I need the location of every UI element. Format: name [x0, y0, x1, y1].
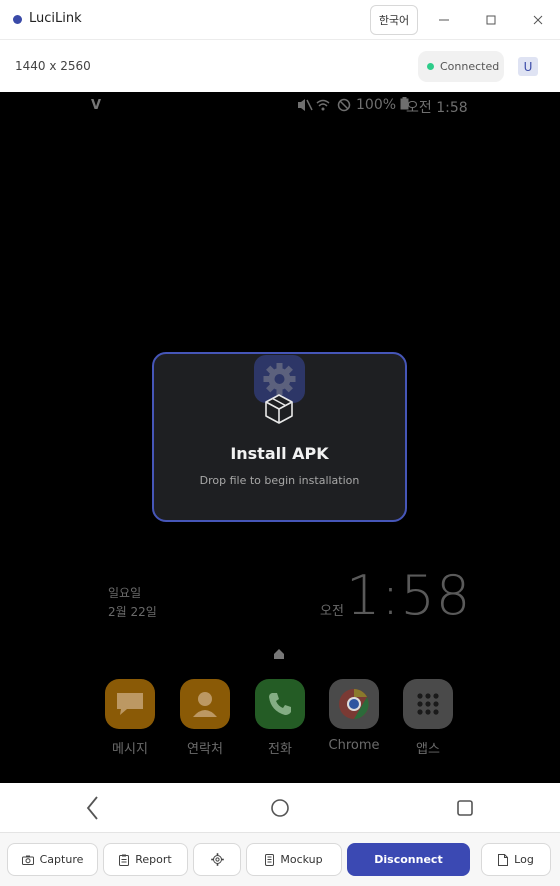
disconnect-button[interactable]: Disconnect: [347, 843, 470, 876]
log-button[interactable]: Log: [481, 843, 551, 876]
capture-button[interactable]: Capture: [7, 843, 98, 876]
battery-percent: 100%: [356, 97, 397, 113]
settings-button[interactable]: [193, 843, 241, 876]
install-apk-title: Install APK: [230, 444, 329, 463]
clock-date: 2월 22일: [108, 605, 157, 619]
status-indicator-dot: [427, 63, 434, 70]
status-bar-icons: [297, 97, 353, 117]
android-nav-bar: [0, 783, 560, 833]
nav-recents-button[interactable]: [455, 798, 475, 818]
capture-button-label: Capture: [39, 853, 84, 866]
minimize-button[interactable]: [424, 6, 464, 34]
minimize-icon: [439, 19, 449, 21]
message-icon: [117, 693, 143, 715]
app-title: LuciLink: [29, 11, 82, 26]
dock-app-messages[interactable]: [105, 679, 155, 729]
device-mockup-icon: [265, 853, 275, 866]
nav-home-button[interactable]: [268, 796, 292, 820]
status-bar-battery: 100%: [356, 97, 409, 113]
chrome-icon: [339, 689, 369, 719]
dock-app-chrome[interactable]: [329, 679, 379, 729]
connection-status-text: Connected: [440, 60, 500, 73]
camera-icon: [21, 855, 34, 865]
mockup-button[interactable]: Mockup: [246, 843, 342, 876]
dock-app-apps[interactable]: [403, 679, 453, 729]
status-bar-time: 오전 1:58: [406, 100, 468, 116]
device-resolution: 1440 x 2560: [15, 59, 91, 73]
dock-label-phone: 전화: [268, 742, 292, 757]
status-bar-vpn-icon: V: [91, 98, 102, 113]
package-box-icon: [265, 394, 293, 424]
home-circle-icon: [271, 799, 289, 817]
clock-day: 일요일: [108, 586, 142, 600]
log-button-label: Log: [514, 853, 534, 866]
apps-grid-icon: [417, 693, 439, 715]
clock-ampm: 오전: [320, 604, 344, 619]
dock-app-contacts[interactable]: [180, 679, 230, 729]
home-page-indicator-icon: [274, 649, 284, 659]
clock-time: 1:58: [346, 564, 472, 627]
disconnect-button-label: Disconnect: [374, 853, 443, 866]
dock-label-apps: 앱스: [416, 742, 440, 757]
phone-icon: [269, 693, 291, 715]
recents-square-icon: [457, 800, 473, 816]
maximize-icon: [486, 15, 496, 25]
back-icon: [86, 796, 98, 820]
close-button[interactable]: [518, 6, 558, 34]
mockup-button-label: Mockup: [280, 853, 323, 866]
dock-app-phone[interactable]: [255, 679, 305, 729]
settings-gear-icon: [210, 853, 224, 866]
log-document-icon: [498, 853, 509, 866]
close-icon: [533, 15, 543, 25]
user-avatar[interactable]: U: [518, 57, 538, 76]
title-bar: LuciLink 한국어: [0, 0, 560, 40]
phone-screen[interactable]: V 100% 오전 1:58 일요일 2월 22일 오전 1:58 메시지 연락…: [0, 92, 560, 783]
app-logo-dot: [13, 15, 22, 24]
report-button-label: Report: [135, 853, 172, 866]
contact-icon: [193, 692, 217, 717]
dock-label-messages: 메시지: [112, 742, 148, 757]
maximize-button[interactable]: [471, 6, 511, 34]
dock-label-chrome: Chrome: [328, 738, 380, 753]
dock-label-contacts: 연락처: [187, 742, 223, 757]
status-icons-mute-wifi-dnd: [298, 98, 351, 112]
install-apk-subtitle: Drop file to begin installation: [199, 474, 360, 487]
language-button[interactable]: 한국어: [370, 5, 418, 35]
report-button[interactable]: Report: [103, 843, 188, 876]
nav-back-button[interactable]: [80, 795, 106, 821]
report-clipboard-icon: [119, 854, 130, 866]
